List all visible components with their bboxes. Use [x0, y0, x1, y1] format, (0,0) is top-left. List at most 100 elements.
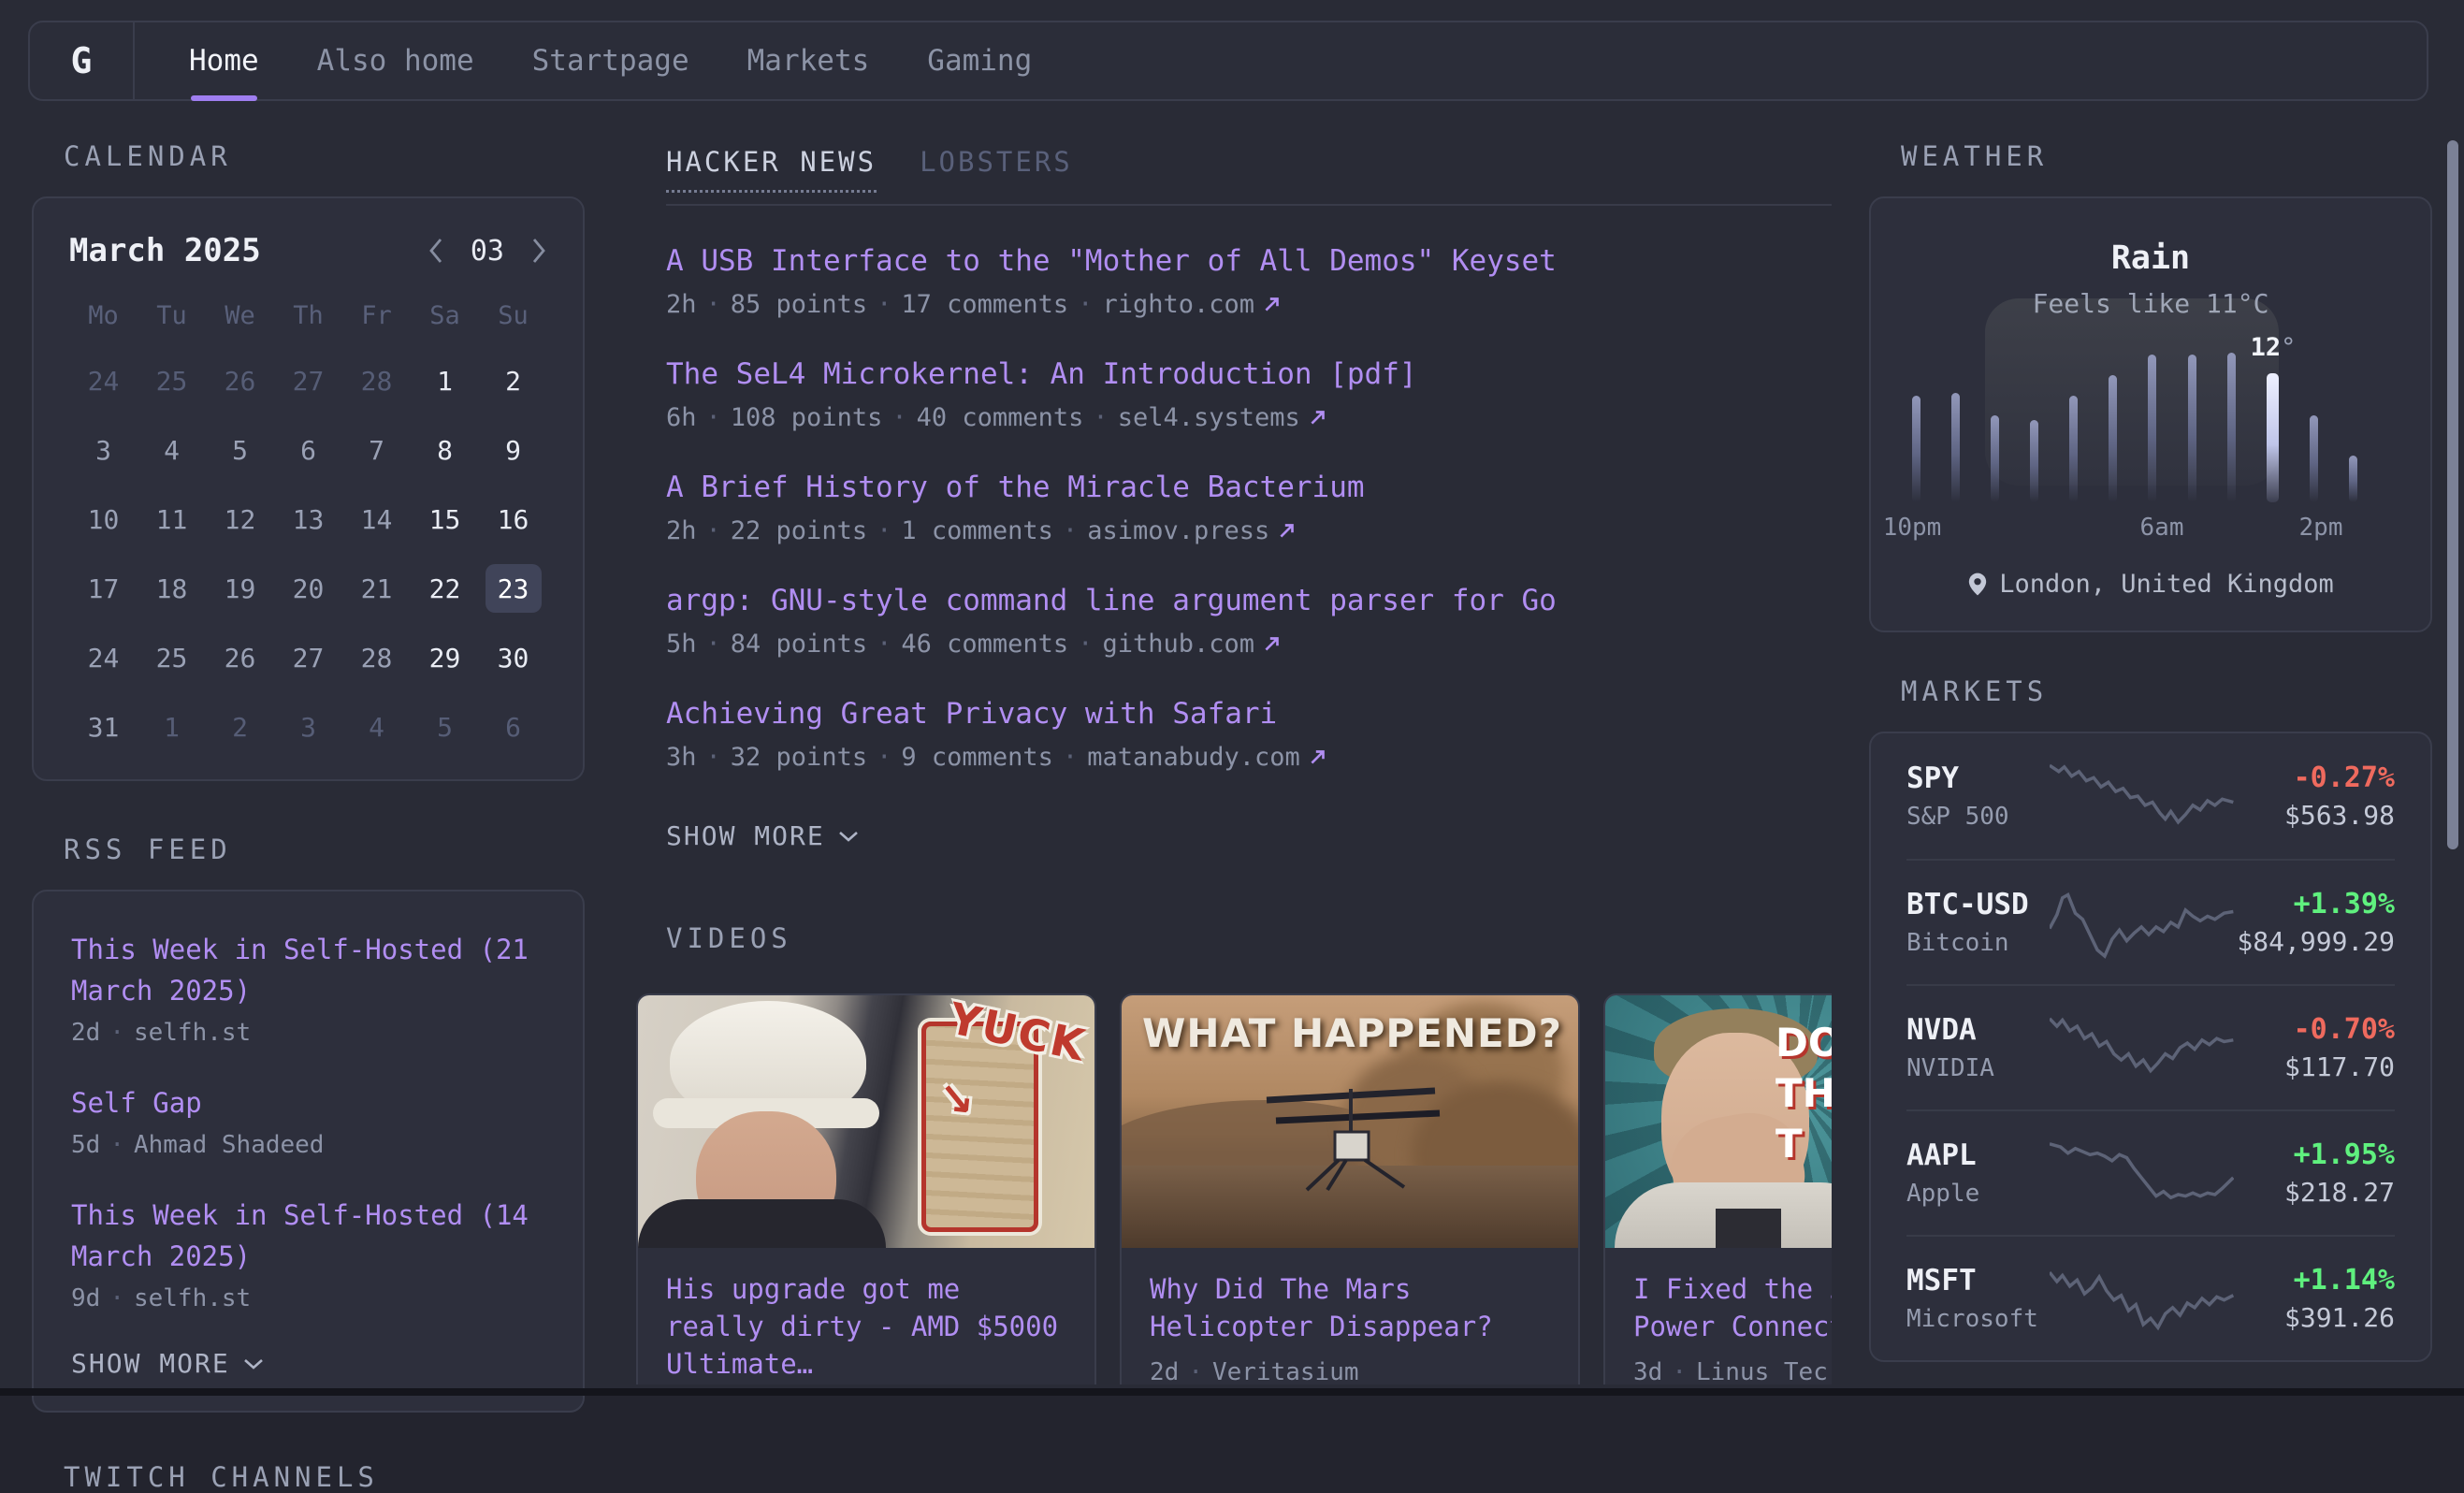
dot-separator: ·: [1078, 290, 1093, 319]
weather-bar[interactable]: [2109, 375, 2117, 502]
video-title[interactable]: Why Did The Mars Helicopter Disappear?: [1150, 1270, 1550, 1345]
news-item-title[interactable]: A Brief History of the Miracle Bacterium: [666, 468, 1832, 507]
calendar-day[interactable]: 5: [206, 426, 274, 474]
calendar-month-number: 03: [471, 235, 504, 268]
tab-hacker-news[interactable]: HACKER NEWS: [666, 146, 877, 193]
weekday-label: Th: [274, 301, 342, 330]
calendar-day[interactable]: 11: [138, 495, 206, 544]
calendar-day[interactable]: 23: [486, 564, 542, 613]
video-card[interactable]: YUCK ↘ His upgrade got me really dirty -…: [636, 993, 1096, 1384]
news-show-more-button[interactable]: SHOW MORE: [666, 820, 1832, 851]
calendar-day[interactable]: 15: [411, 495, 479, 544]
news-item-domain[interactable]: asimov.press: [1087, 516, 1269, 545]
news-item-domain[interactable]: righto.com: [1102, 290, 1254, 319]
calendar-day[interactable]: 2: [479, 356, 547, 405]
market-row[interactable]: BTC-USD Bitcoin +1.39% $84,999.29: [1906, 859, 2395, 984]
calendar-day[interactable]: 26: [206, 633, 274, 682]
video-card[interactable]: WHAT HAPPENED? Why Did The Mars Helicopt…: [1120, 993, 1580, 1384]
news-item: The SeL4 Microkernel: An Introduction [p…: [666, 355, 1832, 432]
calendar-day[interactable]: 5: [411, 703, 479, 751]
video-title[interactable]: I Fixed the 5 Power Connect: [1633, 1270, 1832, 1345]
calendar-day[interactable]: 28: [342, 633, 411, 682]
rss-item-title[interactable]: This Week in Self-Hosted (14 March 2025): [71, 1195, 545, 1277]
weather-bar[interactable]: [1951, 393, 1960, 502]
calendar-day[interactable]: 27: [274, 633, 342, 682]
weather-bar[interactable]: [2267, 373, 2279, 502]
market-row[interactable]: MSFT Microsoft +1.14% $391.26: [1906, 1235, 2395, 1360]
news-item-domain[interactable]: github.com: [1102, 630, 1254, 659]
calendar-day[interactable]: 19: [206, 564, 274, 613]
calendar-day[interactable]: 30: [479, 633, 547, 682]
market-row[interactable]: SPY S&P 500 -0.27% $563.98: [1906, 733, 2395, 859]
calendar-day[interactable]: 16: [479, 495, 547, 544]
news-item-domain[interactable]: sel4.systems: [1118, 403, 1300, 432]
calendar-next-icon[interactable]: [530, 237, 547, 265]
calendar-prev-icon[interactable]: [428, 237, 444, 265]
weather-bar[interactable]: [2349, 456, 2357, 502]
calendar-day[interactable]: 25: [138, 633, 206, 682]
calendar-day[interactable]: 2: [206, 703, 274, 751]
calendar-day[interactable]: 6: [479, 703, 547, 751]
calendar-month-title: March 2025: [69, 232, 261, 269]
page-scrollbar[interactable]: [2447, 140, 2458, 849]
calendar-day[interactable]: 8: [411, 426, 479, 474]
calendar-day[interactable]: 21: [342, 564, 411, 613]
calendar-day[interactable]: 1: [138, 703, 206, 751]
calendar-day[interactable]: 10: [69, 495, 138, 544]
nav-tab[interactable]: Startpage: [532, 44, 689, 78]
news-item-title[interactable]: argp: GNU-style command line argument pa…: [666, 581, 1832, 620]
calendar-day[interactable]: 6: [274, 426, 342, 474]
weather-bar[interactable]: [2069, 396, 2078, 502]
calendar-day[interactable]: 22: [411, 564, 479, 613]
news-item-title[interactable]: A USB Interface to the "Mother of All De…: [666, 241, 1832, 281]
calendar-day[interactable]: 24: [69, 356, 138, 405]
weather-bar[interactable]: [2188, 355, 2196, 502]
calendar-day[interactable]: 29: [411, 633, 479, 682]
calendar-day[interactable]: 12: [206, 495, 274, 544]
rss-card: This Week in Self-Hosted (21 March 2025)…: [32, 890, 585, 1413]
calendar-day[interactable]: 7: [342, 426, 411, 474]
dot-separator: ·: [109, 1019, 124, 1047]
calendar-day[interactable]: 3: [69, 426, 138, 474]
nav-tab[interactable]: Markets: [747, 44, 870, 78]
hour-label: 10pm: [1883, 514, 1942, 542]
calendar-day[interactable]: 27: [274, 356, 342, 405]
calendar-day[interactable]: 13: [274, 495, 342, 544]
calendar-day[interactable]: 25: [138, 356, 206, 405]
video-card[interactable]: DO TH T I Fixed the 5 Power Connect 3d·L…: [1603, 993, 1832, 1384]
video-title[interactable]: His upgrade got me really dirty - AMD $5…: [666, 1270, 1066, 1383]
news-item-domain[interactable]: matanabudy.com: [1087, 743, 1300, 772]
news-item-title[interactable]: Achieving Great Privacy with Safari: [666, 694, 1832, 733]
weather-bar[interactable]: [2030, 420, 2038, 502]
weather-bar[interactable]: [2148, 355, 2156, 502]
calendar-day[interactable]: 17: [69, 564, 138, 613]
calendar-day[interactable]: 4: [342, 703, 411, 751]
weather-bar[interactable]: [1991, 415, 1999, 502]
market-row[interactable]: AAPL Apple +1.95% $218.27: [1906, 1109, 2395, 1235]
top-nav: G Home Also home Startpage Markets Gamin…: [28, 21, 2428, 101]
rss-show-more-button[interactable]: SHOW MORE: [71, 1348, 545, 1379]
market-row[interactable]: NVDA NVIDIA -0.70% $117.70: [1906, 984, 2395, 1109]
nav-tab[interactable]: Gaming: [927, 44, 1032, 78]
calendar-day[interactable]: 14: [342, 495, 411, 544]
tab-lobsters[interactable]: LOBSTERS: [920, 146, 1073, 193]
app-logo[interactable]: G: [30, 22, 135, 99]
rss-item-title[interactable]: This Week in Self-Hosted (21 March 2025): [71, 929, 545, 1011]
calendar-day[interactable]: 20: [274, 564, 342, 613]
calendar-day[interactable]: 31: [69, 703, 138, 751]
calendar-day[interactable]: 26: [206, 356, 274, 405]
calendar-day[interactable]: 18: [138, 564, 206, 613]
calendar-day[interactable]: 3: [274, 703, 342, 751]
calendar-day[interactable]: 9: [479, 426, 547, 474]
weather-bar[interactable]: [1912, 396, 1920, 502]
weather-bar[interactable]: [2227, 353, 2236, 502]
calendar-day[interactable]: 1: [411, 356, 479, 405]
nav-tab[interactable]: Also home: [317, 44, 474, 78]
news-item-title[interactable]: The SeL4 Microkernel: An Introduction [p…: [666, 355, 1832, 394]
rss-item-title[interactable]: Self Gap: [71, 1082, 545, 1123]
nav-tab[interactable]: Home: [189, 44, 259, 78]
weather-bar[interactable]: [2310, 415, 2318, 502]
calendar-day[interactable]: 28: [342, 356, 411, 405]
calendar-day[interactable]: 24: [69, 633, 138, 682]
calendar-day[interactable]: 4: [138, 426, 206, 474]
